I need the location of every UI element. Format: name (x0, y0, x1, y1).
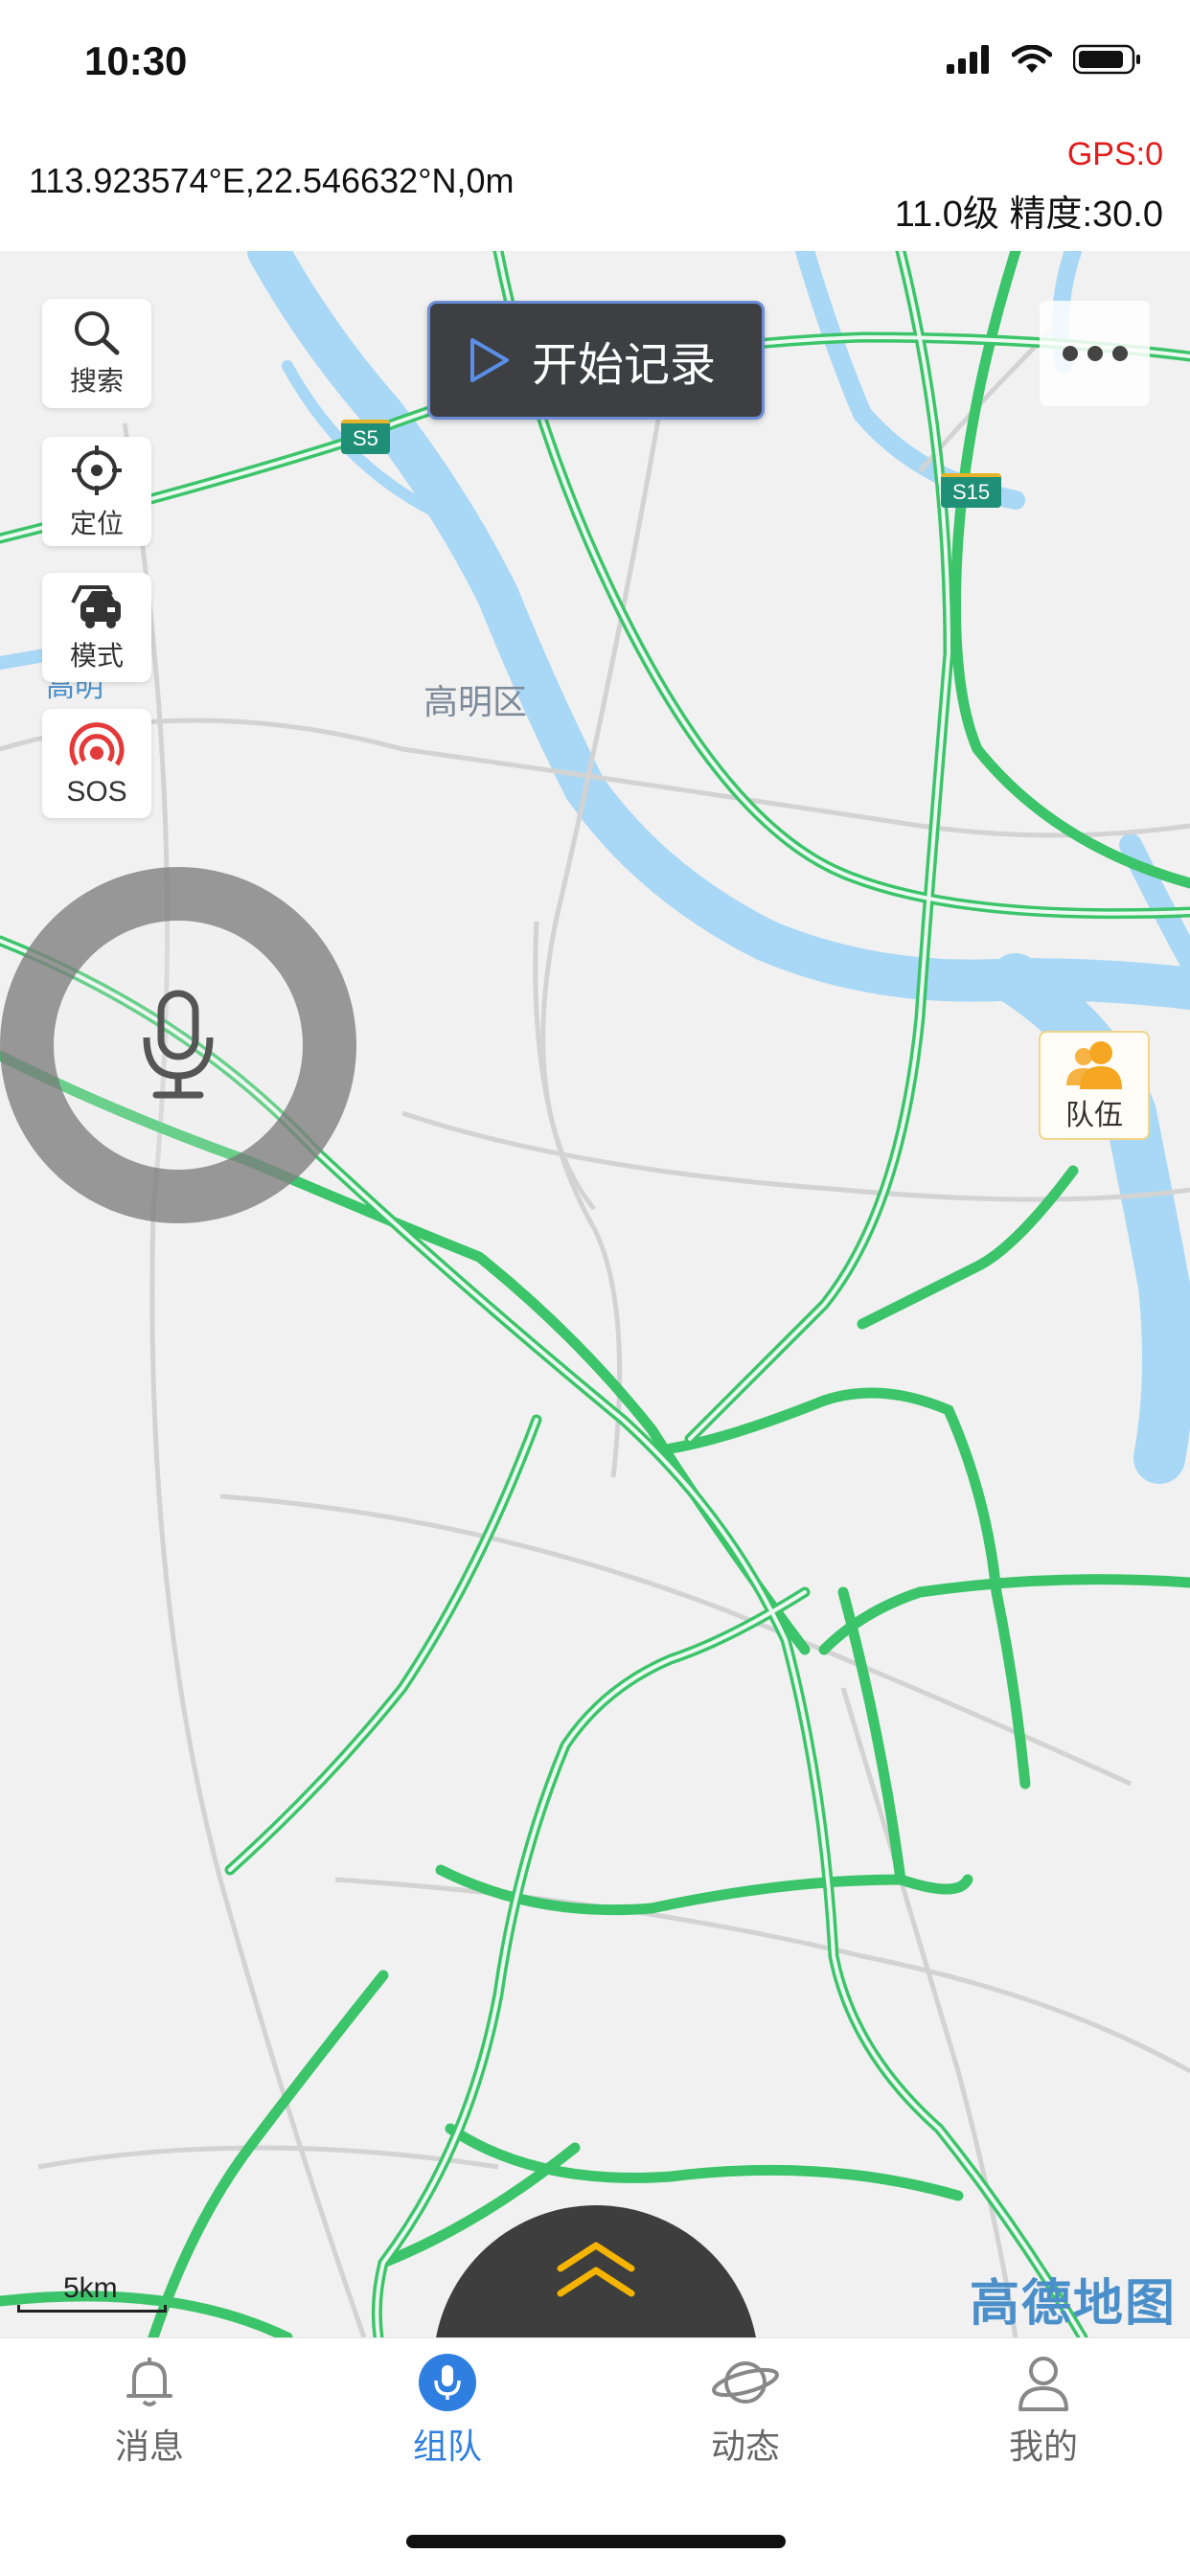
locate-button-label: 定位 (69, 509, 124, 538)
tab-messages-label: 消息 (114, 2427, 184, 2466)
tab-feed-label: 动态 (710, 2427, 780, 2466)
home-indicator[interactable] (406, 2535, 786, 2548)
more-dot-icon (1062, 346, 1078, 361)
play-icon (470, 338, 509, 382)
highways (0, 251, 1190, 2337)
tab-me[interactable]: 我的 (948, 2352, 1139, 2469)
double-chevron-up-icon (557, 2242, 635, 2297)
zoom-precision-readout: 11.0级 精度:30.0 (894, 194, 1163, 235)
status-time: 10:30 (84, 38, 188, 83)
district-label: 高明区 (423, 682, 528, 721)
status-icons (947, 44, 1142, 75)
search-button-label: 搜索 (69, 366, 124, 396)
search-button[interactable]: 搜索 (42, 299, 151, 408)
team-button[interactable]: 队伍 (1039, 1031, 1150, 1140)
locate-icon (72, 445, 122, 495)
location-info-bar: 113.923574°E,22.546632°N,0m GPS:0 11.0级 … (0, 125, 1190, 251)
team-button-label: 队伍 (1065, 1100, 1123, 1131)
map-scale: 5km (17, 2272, 167, 2313)
mode-button[interactable]: 模式 (42, 573, 151, 682)
more-dot-icon (1111, 346, 1128, 361)
gps-status: GPS:0 (1066, 136, 1163, 172)
car-mode-icon (71, 585, 121, 628)
sos-button-label: SOS (66, 776, 127, 808)
minor-roads (0, 326, 1190, 2337)
tab-me-label: 我的 (1008, 2427, 1078, 2466)
highway-shield-s15: S15 (941, 473, 1002, 508)
search-icon (75, 311, 120, 355)
tab-feed[interactable]: 动态 (650, 2352, 841, 2469)
status-bar: 10:30 (0, 0, 1190, 125)
map-scale-bar (17, 2305, 167, 2313)
map-base (0, 251, 1190, 2337)
voice-talk-button[interactable] (0, 867, 356, 1223)
coordinates-readout: 113.923574°E,22.546632°N,0m (29, 161, 515, 200)
start-recording-button[interactable]: 开始记录 (427, 301, 765, 420)
signal-icon (947, 45, 989, 74)
map-view[interactable]: 高明区 高明 S5 S15 (0, 251, 1190, 2337)
start-recording-label: 开始记录 (532, 340, 717, 391)
sos-icon (69, 722, 125, 766)
tab-team-label: 组队 (412, 2427, 482, 2466)
planet-icon (712, 2361, 779, 2404)
locate-button[interactable]: 定位 (42, 437, 151, 546)
mode-button-label: 模式 (69, 641, 124, 671)
more-dot-icon (1087, 346, 1103, 361)
wifi-icon (1012, 45, 1052, 73)
more-options-button[interactable] (1040, 301, 1150, 406)
microphone-icon (143, 990, 214, 1099)
profile-icon (1018, 2357, 1068, 2411)
rivers (0, 251, 1190, 1484)
bell-icon (126, 2358, 172, 2406)
tab-messages[interactable]: 消息 (54, 2352, 245, 2469)
highway-shield-s5: S5 (341, 420, 390, 454)
mic-tab-icon (419, 2354, 476, 2411)
battery-icon (1073, 44, 1140, 75)
amap-logo: 高德地图 (969, 2276, 1177, 2332)
team-icon (1066, 1041, 1122, 1089)
tab-team[interactable]: 组队 (352, 2352, 543, 2469)
sos-button[interactable]: SOS (42, 709, 151, 818)
map-scale-label: 5km (63, 2272, 118, 2304)
